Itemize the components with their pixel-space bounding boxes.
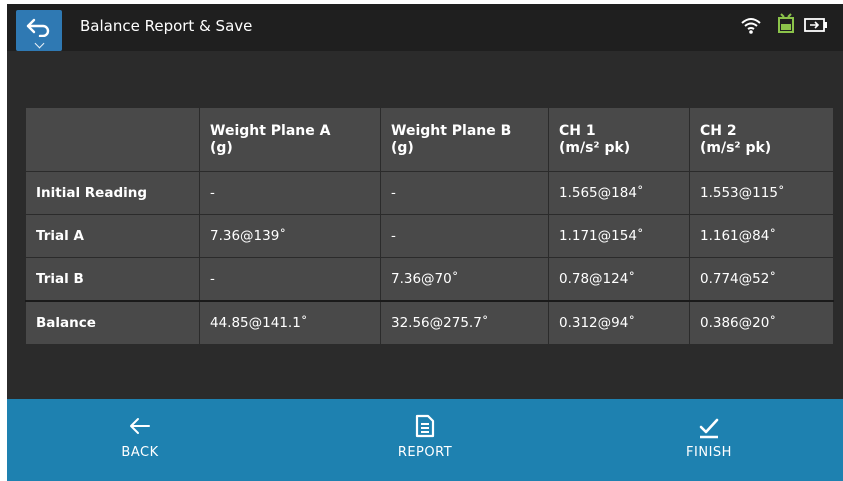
header-unit: (g) [391, 139, 414, 156]
table-cell: 0.774@52˚ [689, 257, 834, 302]
table-cell: 1.161@84˚ [689, 214, 834, 258]
check-icon [699, 418, 719, 439]
header-ch1: CH 1 (m/s² pk) [548, 107, 690, 172]
arrow-left-icon [130, 418, 150, 434]
row-label: Trial A [25, 214, 200, 258]
balance-report-table: Weight Plane A (g) Weight Plane B (g) CH 1… [25, 107, 834, 345]
table-cell: 1.553@115˚ [689, 171, 834, 215]
back-nav-button[interactable]: BACK [60, 399, 220, 481]
report-button[interactable]: REPORT [345, 399, 505, 481]
header-unit: (g) [210, 139, 233, 156]
table-cell: - [199, 171, 381, 215]
table-cell: 7.36@70˚ [380, 257, 549, 302]
battery-charging-icon [804, 18, 827, 32]
table-cell: - [199, 257, 381, 302]
table-cell: 7.36@139˚ [199, 214, 381, 258]
header-label: CH 1 [559, 122, 596, 139]
back-label: BACK [121, 445, 159, 460]
finish-label: FINISH [686, 445, 732, 460]
table-cell: 44.85@141.1˚ [199, 300, 381, 345]
back-button[interactable] [16, 10, 62, 51]
table-cell: 1.565@184˚ [548, 171, 690, 215]
back-arrow-icon [26, 18, 50, 37]
chevron-down-icon [34, 38, 45, 49]
table-cell: 32.56@275.7˚ [380, 300, 549, 345]
wifi-icon [741, 18, 761, 34]
header-ch2: CH 2 (m/s² pk) [689, 107, 834, 172]
table-cell: 0.386@20˚ [689, 300, 834, 345]
finish-button[interactable]: FINISH [629, 399, 789, 481]
battery-device-icon [778, 13, 794, 33]
app-screen: Balance Report & Save Weight Plane A(g) … [7, 4, 843, 481]
table-row: Trial A 7.36@139˚ - 1.171@154˚ 1.161@84˚ [25, 214, 834, 258]
header-weight-plane-a: Weight Plane A (g) [199, 107, 381, 172]
table-cell: 0.78@124˚ [548, 257, 690, 302]
bottom-action-bar: BACK REPORT FINISH [7, 399, 843, 481]
header-empty-cell [25, 107, 200, 172]
header-label: Weight Plane A [210, 122, 331, 139]
table-cell: 0.312@94˚ [548, 300, 690, 345]
document-icon [415, 414, 435, 438]
header-unit: (m/s² pk) [559, 139, 631, 156]
row-label: Initial Reading [25, 171, 200, 215]
table-row: Balance 44.85@141.1˚ 32.56@275.7˚ 0.312@… [25, 300, 834, 345]
table-row: Trial B - 7.36@70˚ 0.78@124˚ 0.774@52˚ [25, 257, 834, 302]
header-label: Weight Plane B [391, 122, 512, 139]
report-label: REPORT [397, 445, 453, 460]
table-header-row: Weight Plane A (g) Weight Plane B (g) CH 1… [25, 107, 834, 172]
header-unit: (m/s² pk) [700, 139, 772, 156]
header-label: CH 2 [700, 122, 737, 139]
header-weight-plane-b: Weight Plane B (g) [380, 107, 549, 172]
table-cell: 1.171@154˚ [548, 214, 690, 258]
table-row: Initial Reading - - 1.565@184˚ 1.553@115… [25, 171, 834, 215]
table-cell: - [380, 171, 549, 215]
page-title: Balance Report & Save [80, 17, 253, 35]
row-label: Balance [25, 300, 200, 345]
table-cell: - [380, 214, 549, 258]
top-bar: Balance Report & Save [7, 4, 843, 51]
row-label: Trial B [25, 257, 200, 302]
